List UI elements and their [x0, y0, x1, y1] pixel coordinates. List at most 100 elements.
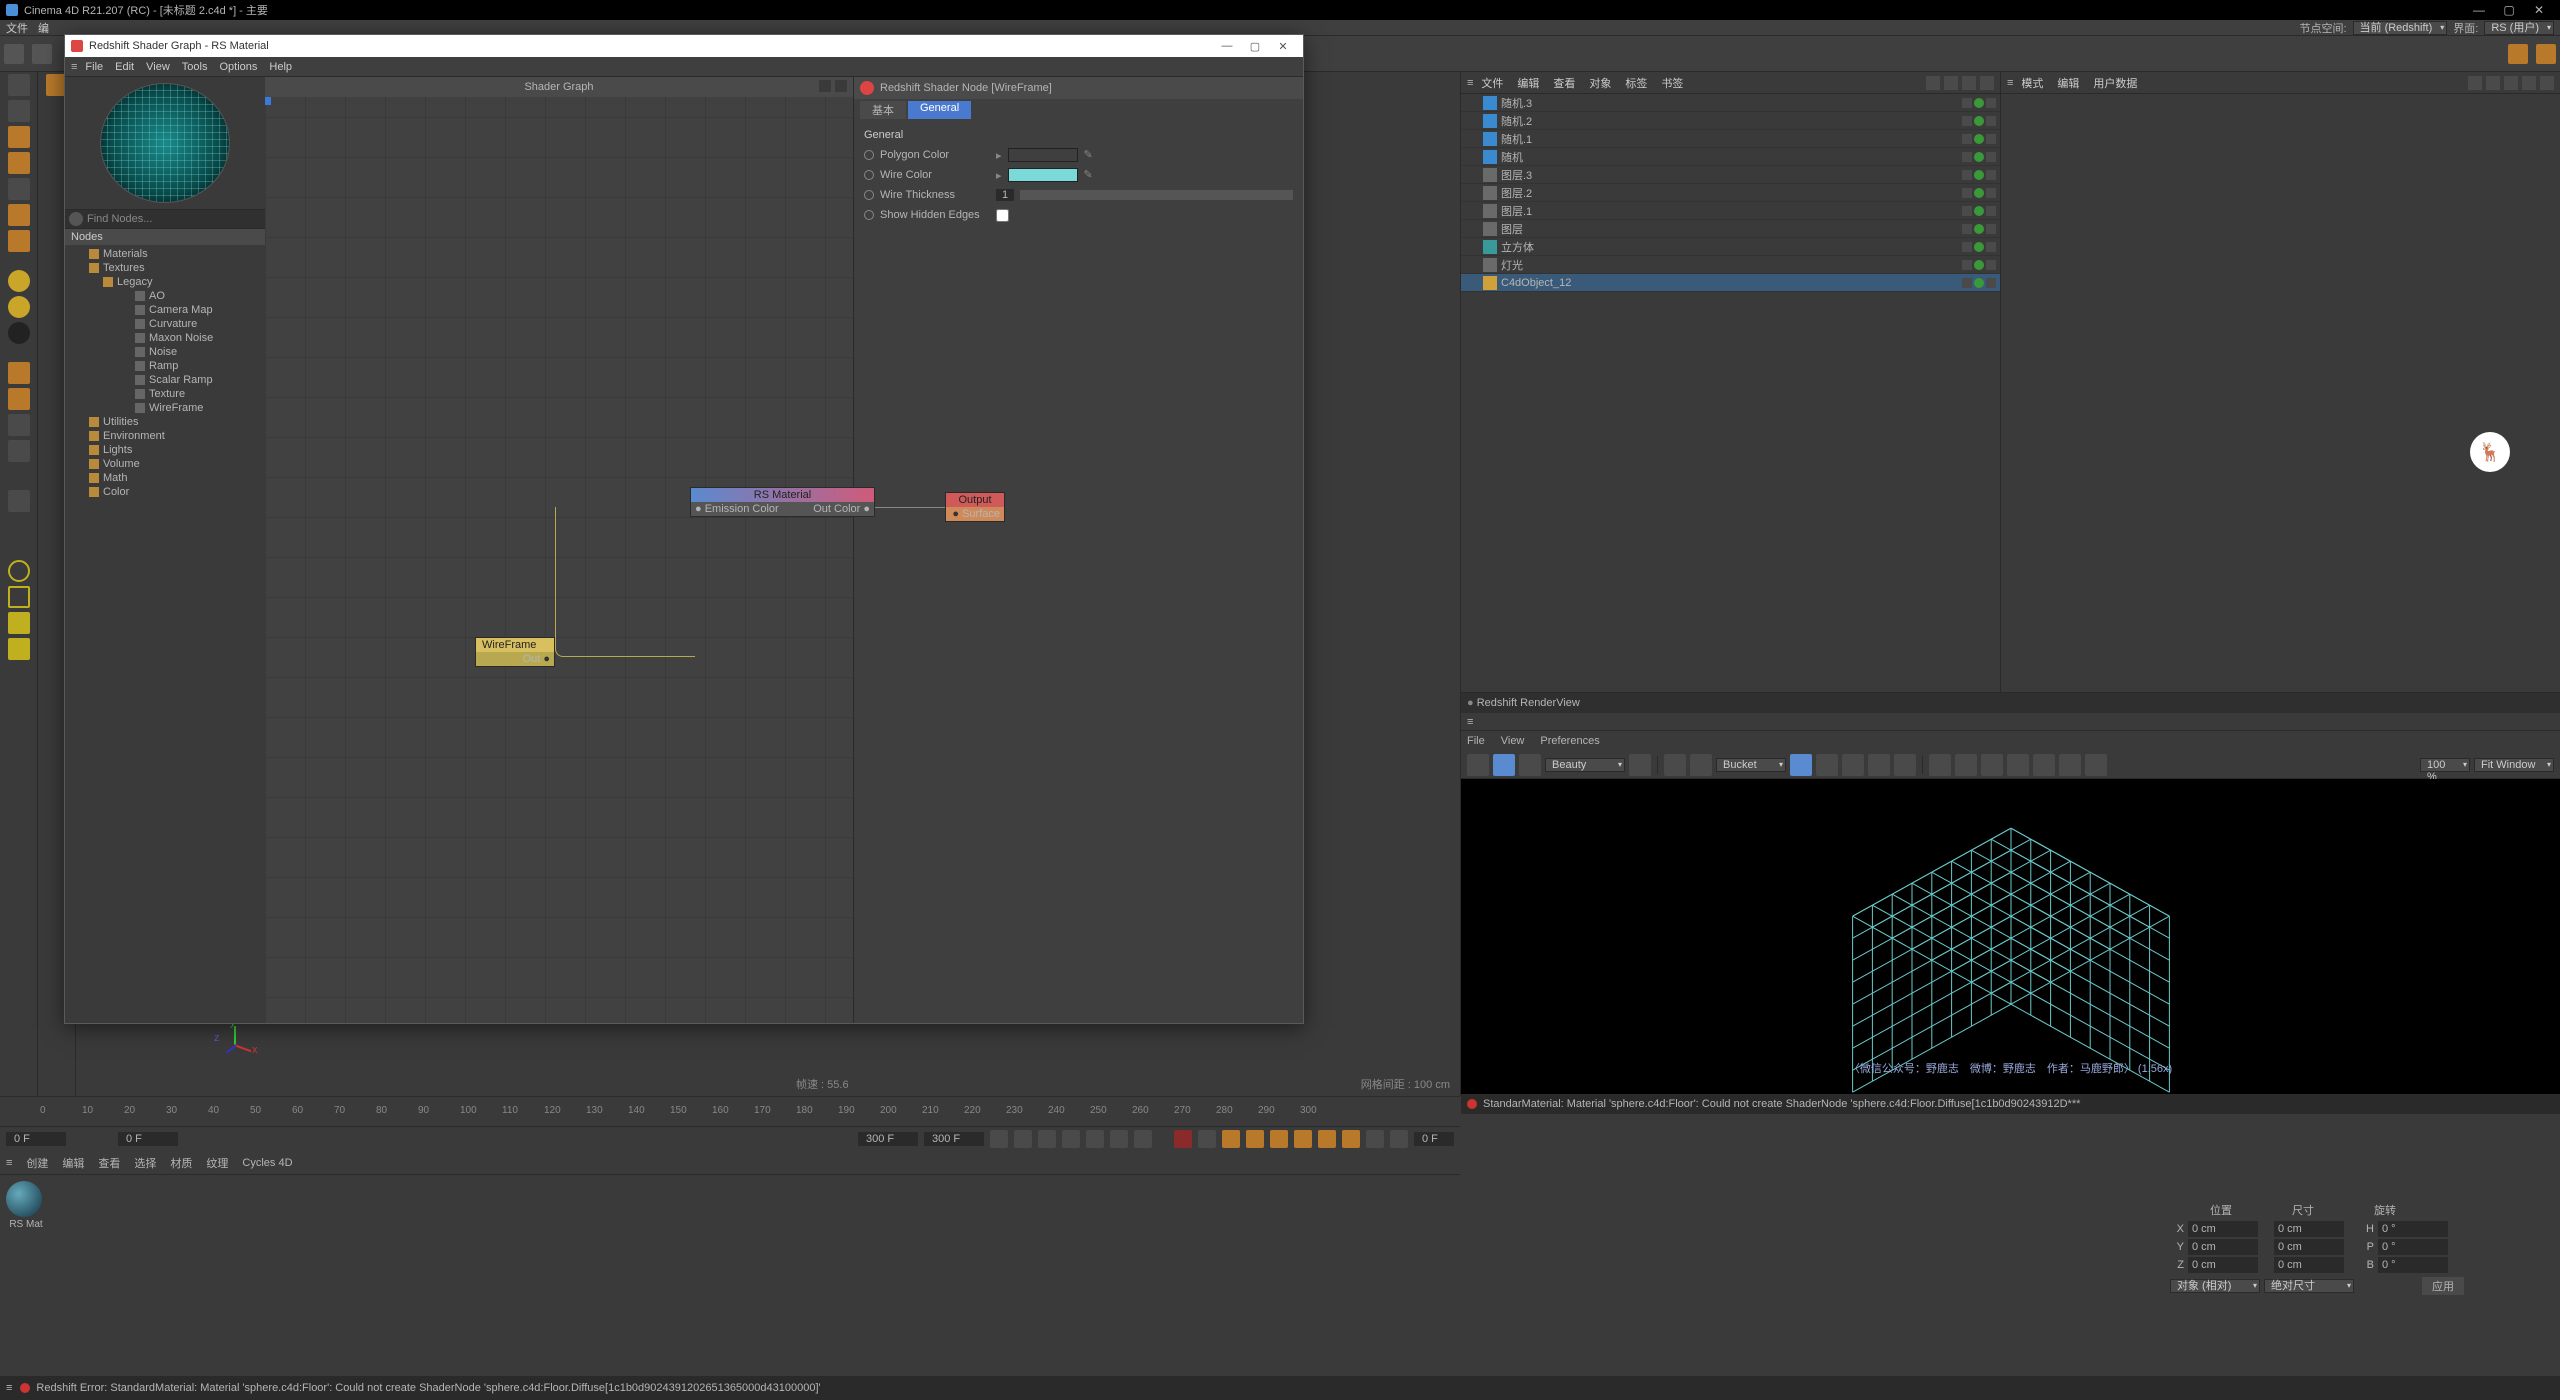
- rv-menu-file[interactable]: File: [1467, 735, 1485, 747]
- object-row[interactable]: 图层.3: [1461, 166, 2000, 184]
- view-icon[interactable]: [1944, 76, 1958, 90]
- mat-menu-create[interactable]: 创建: [26, 1155, 48, 1171]
- tab-basic[interactable]: 基本: [860, 101, 906, 119]
- object-row[interactable]: C4dObject_12: [1461, 274, 2000, 292]
- tree-item[interactable]: Texture: [65, 387, 265, 401]
- radio-icon[interactable]: [864, 170, 874, 180]
- wire-thickness-value[interactable]: 1: [996, 189, 1014, 201]
- om-menu-edit[interactable]: 编辑: [1517, 75, 1539, 91]
- tree-math[interactable]: Math: [65, 471, 265, 485]
- material-tool[interactable]: [8, 296, 30, 318]
- nav-back-icon[interactable]: [2468, 76, 2482, 90]
- sg-icon[interactable]: [835, 80, 847, 92]
- find-nodes-input[interactable]: Find Nodes...: [87, 213, 152, 225]
- tool-icon[interactable]: [8, 204, 30, 226]
- next-key-icon[interactable]: [1110, 1130, 1128, 1148]
- object-row[interactable]: 随机.2: [1461, 112, 2000, 130]
- tab-general[interactable]: General: [908, 101, 971, 119]
- eyedropper-icon[interactable]: ✎: [1084, 168, 1098, 182]
- filter-icon[interactable]: [1962, 76, 1976, 90]
- tool-icon[interactable]: [8, 362, 30, 384]
- live-select-tool[interactable]: [8, 74, 30, 96]
- rv-zoom[interactable]: 100 %: [2420, 758, 2470, 772]
- end-frame[interactable]: 300 F: [858, 1132, 918, 1146]
- sg-menu-tools[interactable]: Tools: [182, 61, 208, 73]
- shader-graph-canvas[interactable]: Shader Graph WireFrame Out ● RS Material…: [265, 77, 853, 1023]
- tool-icon[interactable]: [8, 178, 30, 200]
- coord-mode2[interactable]: 绝对尺寸: [2264, 1279, 2354, 1293]
- menu-icon[interactable]: [2540, 76, 2554, 90]
- search-icon[interactable]: [69, 212, 83, 226]
- tree-item[interactable]: Noise: [65, 345, 265, 359]
- menu-file[interactable]: 文件: [6, 20, 28, 36]
- om-menu-file[interactable]: 文件: [1481, 75, 1503, 91]
- key-icon[interactable]: [1222, 1130, 1240, 1148]
- rv-refresh-icon[interactable]: [1519, 754, 1541, 776]
- search-icon[interactable]: [1926, 76, 1940, 90]
- tool-icon[interactable]: [2536, 44, 2556, 64]
- key-rot-icon[interactable]: [1318, 1130, 1336, 1148]
- tree-item[interactable]: AO: [65, 289, 265, 303]
- mat-menu-edit[interactable]: 编辑: [62, 1155, 84, 1171]
- tree-item[interactable]: Scalar Ramp: [65, 373, 265, 387]
- sg-minimize[interactable]: —: [1213, 40, 1241, 52]
- material-slot[interactable]: RS Mat: [6, 1181, 46, 1370]
- coord-mode1[interactable]: 对象 (相对): [2170, 1279, 2260, 1293]
- attr-menu-mode[interactable]: 模式: [2021, 75, 2043, 91]
- key-scale-icon[interactable]: [1294, 1130, 1312, 1148]
- tool-icon[interactable]: [2508, 44, 2528, 64]
- rv-menu-view[interactable]: View: [1501, 735, 1525, 747]
- rv-bucket-dropdown[interactable]: Bucket: [1716, 758, 1786, 772]
- wire-thickness-slider[interactable]: [1020, 190, 1293, 200]
- sg-close[interactable]: ✕: [1269, 40, 1297, 53]
- hamburger-icon[interactable]: ≡: [71, 61, 77, 73]
- hamburger-icon[interactable]: ≡: [6, 1157, 12, 1169]
- prev-key-icon[interactable]: [1014, 1130, 1032, 1148]
- radio-icon[interactable]: [864, 210, 874, 220]
- tree-item[interactable]: Camera Map: [65, 303, 265, 317]
- layout-dropdown[interactable]: RS (用户): [2484, 21, 2554, 35]
- tree-color[interactable]: Color: [65, 485, 265, 499]
- om-menu-tags[interactable]: 标签: [1625, 75, 1647, 91]
- tree-volume[interactable]: Volume: [65, 457, 265, 471]
- close-button[interactable]: ✕: [2524, 3, 2554, 17]
- hamburger-icon[interactable]: ≡: [1467, 77, 1473, 89]
- tree-item[interactable]: Maxon Noise: [65, 331, 265, 345]
- frame-right[interactable]: 0 F: [1414, 1132, 1454, 1146]
- rv-icon[interactable]: [1629, 754, 1651, 776]
- start-frame[interactable]: 0 F: [118, 1132, 178, 1146]
- rotate-tool[interactable]: [8, 152, 30, 174]
- tool-icon[interactable]: [8, 490, 30, 512]
- material-tool[interactable]: [8, 270, 30, 292]
- radio-icon[interactable]: [864, 150, 874, 160]
- object-row[interactable]: 随机.1: [1461, 130, 2000, 148]
- hamburger-icon[interactable]: ≡: [2007, 77, 2013, 89]
- timeline-ruler[interactable]: 0102030405060708090100110120130140150160…: [0, 1097, 1460, 1127]
- hamburger-icon[interactable]: ≡: [6, 1382, 12, 1394]
- om-menu-object[interactable]: 对象: [1589, 75, 1611, 91]
- object-row[interactable]: 随机: [1461, 148, 2000, 166]
- key-icon[interactable]: [1366, 1130, 1384, 1148]
- tree-item[interactable]: Ramp: [65, 359, 265, 373]
- sg-menu-view[interactable]: View: [146, 61, 170, 73]
- hamburger-icon[interactable]: ≡: [1467, 716, 1473, 728]
- mat-menu-material[interactable]: 材质: [170, 1155, 192, 1171]
- sg-menu-options[interactable]: Options: [219, 61, 257, 73]
- attr-menu-user[interactable]: 用户数据: [2093, 75, 2137, 91]
- sg-menu-edit[interactable]: Edit: [115, 61, 134, 73]
- sg-maximize[interactable]: ▢: [1241, 40, 1269, 53]
- tool-icon[interactable]: [8, 388, 30, 410]
- minimize-button[interactable]: —: [2464, 3, 2494, 17]
- sg-titlebar[interactable]: Redshift Shader Graph - RS Material — ▢ …: [65, 35, 1303, 57]
- key-icon[interactable]: [1390, 1130, 1408, 1148]
- key-param-icon[interactable]: [1342, 1130, 1360, 1148]
- object-row[interactable]: 图层.2: [1461, 184, 2000, 202]
- object-row[interactable]: 图层.1: [1461, 202, 2000, 220]
- material-tool[interactable]: [8, 322, 30, 344]
- object-row[interactable]: 灯光: [1461, 256, 2000, 274]
- sg-menu-help[interactable]: Help: [269, 61, 292, 73]
- key-icon[interactable]: [1246, 1130, 1264, 1148]
- om-menu-view[interactable]: 查看: [1553, 75, 1575, 91]
- node-wireframe[interactable]: WireFrame Out ●: [475, 637, 555, 667]
- tree-item[interactable]: WireFrame: [65, 401, 265, 415]
